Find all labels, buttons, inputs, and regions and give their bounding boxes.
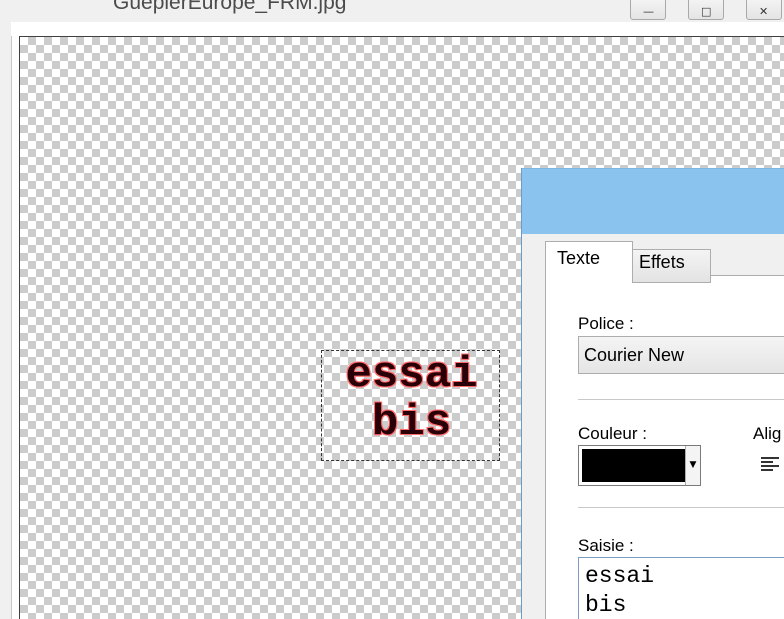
- text-input[interactable]: essai bis: [578, 557, 784, 619]
- separator: [578, 507, 784, 508]
- align-left-icon[interactable]: [761, 457, 779, 471]
- close-button[interactable]: ✕: [746, 0, 782, 20]
- maximize-icon: □: [701, 5, 712, 18]
- window-titlebar: GuepierEurope_FRM.jpg — □ ✕: [0, 0, 784, 22]
- tab-effets[interactable]: Effets: [632, 249, 711, 283]
- couleur-label: Couleur :: [578, 424, 647, 443]
- maximize-button[interactable]: □: [688, 0, 724, 20]
- text-selection-box[interactable]: essai bis: [321, 350, 500, 461]
- chevron-down-icon[interactable]: ▼: [685, 446, 700, 485]
- minimize-icon: —: [643, 5, 654, 18]
- tab-texte[interactable]: Texte: [545, 241, 633, 283]
- canvas-top-strip: [11, 22, 784, 36]
- text-dialog: Texte Effets Police : Courier New Couleu…: [521, 168, 784, 619]
- font-select[interactable]: Courier New: [578, 336, 784, 374]
- saisie-label: Saisie :: [578, 536, 634, 555]
- minimize-button[interactable]: —: [630, 0, 666, 20]
- canvas-text-line-1: essai: [345, 350, 478, 400]
- window-title: GuepierEurope_FRM.jpg: [113, 0, 347, 14]
- police-label: Police :: [578, 314, 634, 333]
- window-frame-left: [0, 22, 11, 619]
- color-swatch: [582, 449, 686, 482]
- dialog-titlebar[interactable]: [522, 168, 784, 235]
- separator: [578, 399, 784, 400]
- canvas-text-line-2: bis: [371, 398, 452, 448]
- close-icon: ✕: [759, 5, 769, 18]
- window-frame-inner: [11, 22, 19, 619]
- color-picker[interactable]: ▼: [578, 445, 701, 486]
- alignement-label: Alig: [753, 424, 782, 443]
